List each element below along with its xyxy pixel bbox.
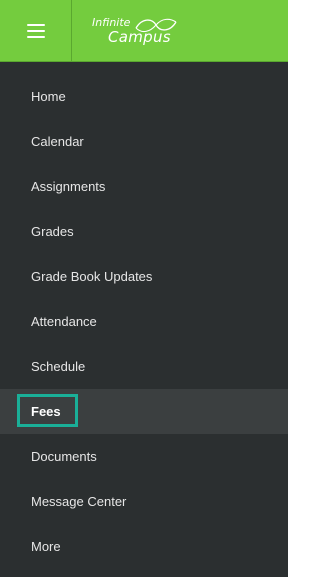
fees-highlight-box [17,394,78,427]
nav-item-assignments[interactable]: Assignments [0,164,288,209]
nav-item-schedule[interactable]: Schedule [0,344,288,389]
nav-item-fees[interactable]: Fees [0,389,288,434]
nav-item-attendance[interactable]: Attendance [0,299,288,344]
infinity-swoosh-icon [135,18,177,33]
app-header: Infinite Campus [0,0,288,62]
hamburger-menu-icon [26,23,45,38]
menu-toggle-button[interactable] [0,0,72,61]
nav-item-more[interactable]: More [0,524,288,569]
nav-item-home[interactable]: Home [0,74,288,119]
nav-menu: Home Calendar Assignments Grades Grade B… [0,62,288,569]
nav-item-grades[interactable]: Grades [0,209,288,254]
nav-item-grade-book-updates[interactable]: Grade Book Updates [0,254,288,299]
nav-item-documents[interactable]: Documents [0,434,288,479]
nav-item-calendar[interactable]: Calendar [0,119,288,164]
infinite-campus-logo[interactable]: Infinite Campus [72,0,210,61]
nav-item-message-center[interactable]: Message Center [0,479,288,524]
navigation-sidebar: Infinite Campus Home Calendar Assignment… [0,0,288,577]
